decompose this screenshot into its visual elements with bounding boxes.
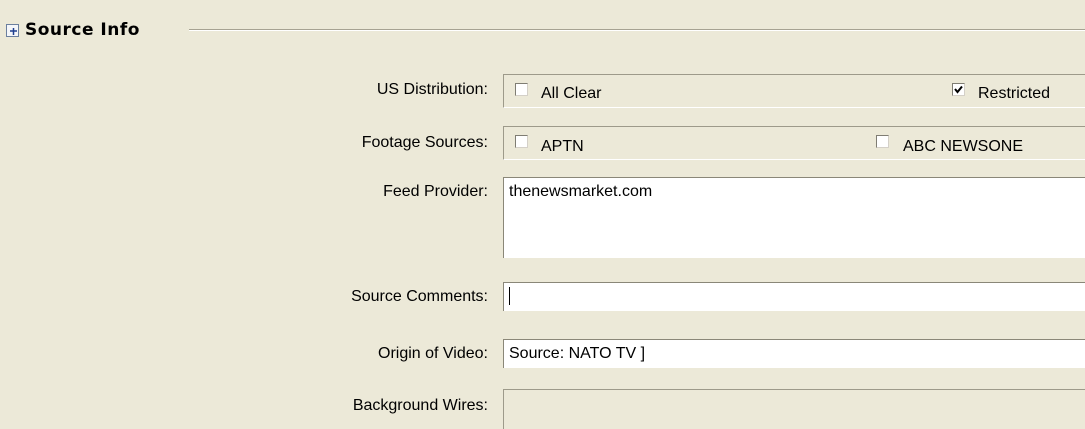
source-info-section-header: Source Info [6, 18, 140, 42]
origin-of-video-input[interactable]: Source: NATO TV ] [503, 339, 1085, 368]
origin-of-video-label: Origin of Video: [378, 345, 488, 362]
aptn-label[interactable]: APTN [541, 138, 584, 156]
section-divider [189, 29, 1085, 31]
background-wires-label: Background Wires: [352, 397, 488, 414]
source-comments-input[interactable] [503, 282, 1085, 311]
all-clear-checkbox[interactable] [515, 83, 528, 96]
all-clear-label[interactable]: All Clear [541, 85, 601, 103]
feed-provider-textarea[interactable]: thenewsmarket.com [503, 177, 1085, 258]
restricted-checkbox[interactable] [952, 83, 965, 96]
aptn-checkbox[interactable] [515, 135, 528, 148]
feed-provider-label: Feed Provider: [383, 183, 488, 200]
abc-newsone-label[interactable]: ABC NEWSONE [903, 138, 1023, 156]
abc-newsone-checkbox[interactable] [876, 135, 889, 148]
source-comments-label: Source Comments: [351, 288, 488, 305]
text-caret [509, 287, 510, 305]
footage-sources-group: APTN ABC NEWSONE [503, 126, 1085, 160]
us-distribution-label: US Distribution: [376, 81, 488, 98]
section-title: Source Info [25, 20, 140, 40]
footage-sources-label: Footage Sources: [361, 134, 488, 151]
background-wires-field[interactable] [503, 389, 1085, 429]
collapse-toggle-icon[interactable] [6, 23, 19, 37]
restricted-label[interactable]: Restricted [978, 85, 1050, 103]
us-distribution-group: All Clear Restricted [503, 74, 1085, 108]
